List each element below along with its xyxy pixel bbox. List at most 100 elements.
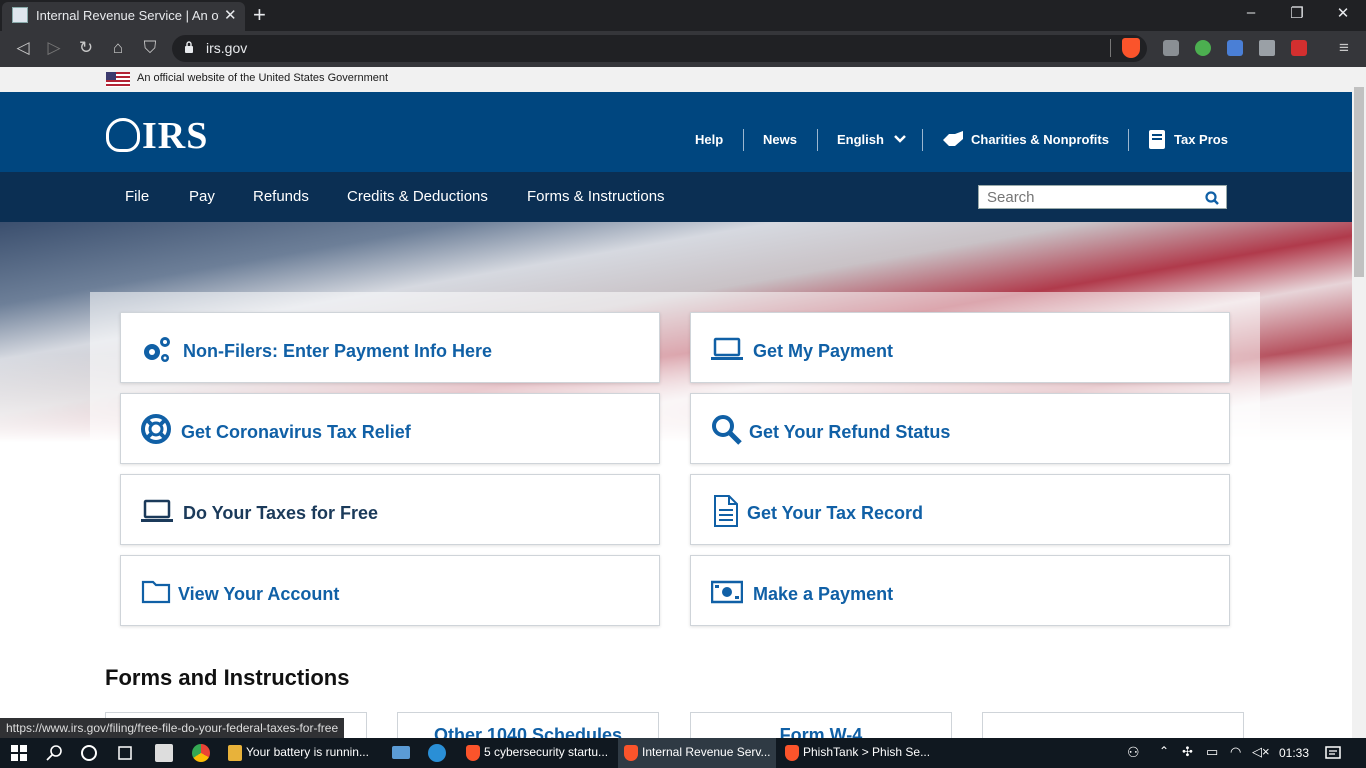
card-label: Non-Filers: Enter Payment Info Here	[183, 341, 493, 361]
news-link[interactable]: News	[763, 132, 797, 147]
home-icon[interactable]: ⌂	[107, 37, 129, 59]
card-get-my-payment[interactable]: Get My Payment	[690, 312, 1230, 383]
help-link[interactable]: Help	[695, 132, 723, 147]
browser-tab[interactable]: Internal Revenue Service | An official ✕	[2, 2, 245, 31]
link-status-bar: https://www.irs.gov/filing/free-file-do-…	[0, 718, 345, 738]
battery-icon[interactable]: ▭	[1206, 744, 1218, 760]
taskbar-app-brave-2[interactable]: Internal Revenue Serv...	[618, 738, 776, 768]
divider	[743, 129, 744, 151]
language-selector[interactable]: English	[837, 132, 907, 147]
taskbar-app-label: Internal Revenue Serv...	[642, 745, 771, 759]
us-flag-icon	[106, 72, 130, 87]
store-icon[interactable]	[155, 744, 173, 762]
new-tab-button[interactable]: +	[253, 2, 266, 28]
card-make-payment[interactable]: Make a Payment	[690, 555, 1230, 626]
divider	[817, 129, 818, 151]
chevron-down-icon	[893, 135, 906, 143]
irs-favicon-icon	[12, 7, 28, 23]
address-bar[interactable]: irs.gov	[172, 35, 1147, 62]
gears-icon	[144, 337, 170, 362]
scrollbar-thumb[interactable]	[1354, 87, 1364, 277]
slack-icon[interactable]: ✣	[1182, 744, 1193, 760]
forward-icon[interactable]: ▷	[43, 37, 65, 59]
task-view-icon[interactable]	[116, 744, 134, 762]
divider	[922, 129, 923, 151]
page-scrollbar[interactable]	[1352, 67, 1366, 738]
charities-link[interactable]: Charities & Nonprofits	[971, 132, 1109, 147]
taskbar-app-label: 5 cybersecurity startu...	[484, 745, 609, 759]
nav-refunds[interactable]: Refunds	[253, 188, 309, 205]
menu-icon[interactable]: ≡	[1333, 37, 1355, 59]
irs-eagle-icon	[106, 118, 140, 152]
taskbar-app-label: PhishTank > Phish Se...	[803, 745, 931, 759]
irs-logo[interactable]: IRS	[106, 114, 208, 158]
card-non-filers[interactable]: Non-Filers: Enter Payment Info Here	[120, 312, 660, 383]
folder-icon	[228, 745, 242, 761]
nav-file[interactable]: File	[125, 188, 149, 205]
drive-extension-icon[interactable]	[1259, 40, 1275, 56]
search-input[interactable]	[979, 186, 1199, 208]
card-refund-status[interactable]: Get Your Refund Status	[690, 393, 1230, 464]
card-label: Get Your Refund Status	[749, 422, 951, 442]
card-label: Do Your Taxes for Free	[183, 503, 379, 523]
divider	[1128, 129, 1129, 151]
bookmark-icon[interactable]: ⛉	[139, 37, 161, 59]
magnifier-icon	[712, 415, 742, 445]
search-icon[interactable]	[1205, 191, 1219, 205]
minimize-icon[interactable]: –	[1236, 4, 1266, 21]
nav-forms-instructions[interactable]: Forms & Instructions	[527, 188, 665, 205]
life-ring-icon	[141, 414, 171, 444]
tax-pros-link[interactable]: Tax Pros	[1174, 132, 1228, 147]
card-tax-record[interactable]: Get Your Tax Record	[690, 474, 1230, 545]
url-text[interactable]: irs.gov	[206, 40, 247, 56]
document-icon	[714, 495, 738, 527]
extension-globe-icon[interactable]	[1195, 40, 1211, 56]
close-tab-icon[interactable]: ✕	[224, 6, 237, 24]
tab-title: Internal Revenue Service | An official	[36, 8, 219, 23]
logo-text: IRS	[142, 115, 209, 157]
edge-icon[interactable]	[428, 744, 446, 762]
chevron-up-icon[interactable]: ⌃	[1159, 744, 1169, 758]
taskbar-app-file-explorer[interactable]: Your battery is runnin...	[222, 738, 382, 768]
brave-icon	[624, 745, 638, 761]
search-icon[interactable]	[46, 744, 64, 762]
gov-banner-text: An official website of the United States…	[137, 72, 389, 84]
chrome-icon[interactable]	[192, 744, 210, 762]
taskbar-app-brave-1[interactable]: 5 cybersecurity startu...	[460, 738, 615, 768]
taskbar-app-label: Your battery is runnin...	[246, 745, 369, 759]
extension-cube-icon[interactable]	[1163, 40, 1179, 56]
forms-section-heading: Forms and Instructions	[105, 665, 350, 690]
notifications-icon[interactable]	[1324, 744, 1342, 762]
browser-tab-bar: Internal Revenue Service | An official ✕…	[0, 0, 1366, 31]
taskbar-app-brave-3[interactable]: PhishTank > Phish Se...	[779, 738, 934, 768]
back-icon[interactable]: ◁	[12, 37, 34, 59]
dollar-bill-icon	[711, 580, 743, 604]
card-label: View Your Account	[178, 584, 340, 604]
mail-icon[interactable]	[392, 746, 410, 759]
wifi-icon[interactable]: ◠	[1230, 744, 1241, 760]
tax-pros-book-icon	[1149, 130, 1165, 149]
nav-pay[interactable]: Pay	[189, 188, 215, 205]
card-label: Get Your Tax Record	[747, 503, 924, 523]
volume-icon[interactable]: ◁×	[1252, 744, 1270, 760]
brave-icon	[466, 745, 480, 761]
card-label: Get Coronavirus Tax Relief	[181, 422, 411, 442]
translate-extension-icon[interactable]	[1227, 40, 1243, 56]
people-icon[interactable]: ⚇	[1127, 744, 1140, 761]
laptop-icon	[711, 337, 743, 360]
taskbar-clock[interactable]: 01:33	[1279, 746, 1309, 760]
nav-credits-deductions[interactable]: Credits & Deductions	[347, 188, 488, 205]
maximize-icon[interactable]: ❐	[1282, 4, 1312, 22]
folder-icon	[141, 580, 171, 604]
brave-shields-icon[interactable]	[1122, 38, 1140, 58]
lock-icon	[185, 41, 193, 53]
card-view-account[interactable]: View Your Account	[120, 555, 660, 626]
close-window-icon[interactable]: ✕	[1328, 4, 1358, 22]
card-free-taxes[interactable]: Do Your Taxes for Free	[120, 474, 660, 545]
windows-start-icon[interactable]	[10, 744, 28, 762]
card-coronavirus-relief[interactable]: Get Coronavirus Tax Relief	[120, 393, 660, 464]
main-navigation: File Pay Refunds Credits & Deductions Fo…	[0, 172, 1352, 222]
cortana-icon[interactable]	[80, 744, 98, 762]
red-extension-icon[interactable]	[1291, 40, 1307, 56]
reload-icon[interactable]: ↻	[75, 37, 97, 59]
